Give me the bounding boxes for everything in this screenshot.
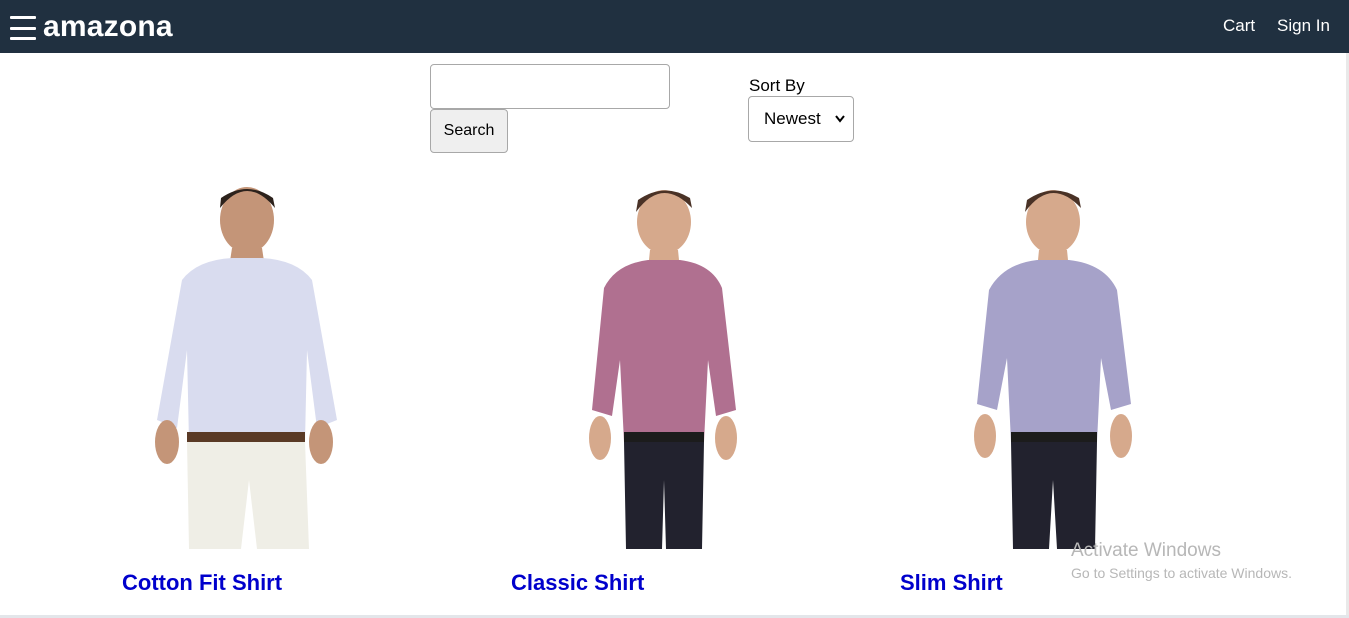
watermark-subtitle: Go to Settings to activate Windows. [1071,565,1292,581]
chevron-down-icon [835,115,845,123]
product-name-link[interactable]: Classic Shirt [511,570,644,596]
product-image[interactable] [526,180,786,549]
hamburger-menu-icon[interactable] [10,16,36,40]
brand-logo-link[interactable]: amazona [43,10,173,44]
windows-activation-watermark: Activate Windows Go to Settings to activ… [1071,540,1292,581]
product-image[interactable] [915,180,1175,549]
cart-link[interactable]: Cart [1223,16,1255,36]
search-button[interactable]: Search [430,109,508,153]
product-image[interactable] [137,180,397,549]
sort-selected-value: Newest [764,109,821,128]
sort-select[interactable]: Newest [748,96,854,142]
product-name-link[interactable]: Cotton Fit Shirt [122,570,282,596]
sign-in-link[interactable]: Sign In [1277,16,1330,36]
product-name-link[interactable]: Slim Shirt [900,570,1003,596]
search-input[interactable] [430,64,670,109]
watermark-title: Activate Windows [1071,540,1221,561]
sort-by-label: Sort By [749,76,805,95]
top-navbar: amazona Cart Sign In [0,0,1349,53]
